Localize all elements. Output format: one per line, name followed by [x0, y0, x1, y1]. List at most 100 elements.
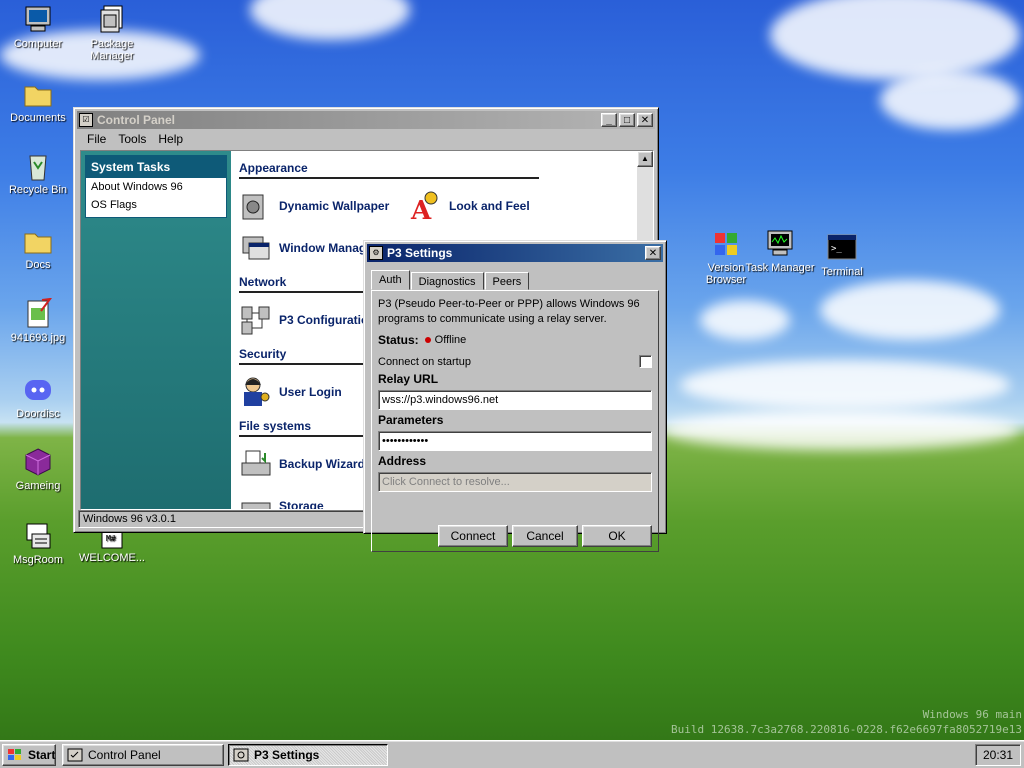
scroll-up-arrow-icon[interactable]: ▲ — [637, 151, 653, 167]
taskbar-item-p3-settings[interactable]: P3 Settings — [228, 744, 388, 766]
tab-peers[interactable]: Peers — [484, 272, 530, 290]
applet-look-and-feel[interactable]: A Look and Feel — [409, 189, 530, 226]
taskbar: Start Control Panel P3 Settings 20:31 — [0, 740, 1024, 768]
svg-text:M#: M# — [106, 534, 116, 543]
connect-button[interactable]: Connect — [438, 525, 508, 547]
desktop-icon-label: Recycle Bin — [8, 184, 68, 196]
applet-window-manager[interactable]: Window Manag — [239, 231, 366, 265]
control-panel-icon — [67, 748, 83, 762]
control-panel-titlebar[interactable]: ☑ Control Panel _ □ ✕ — [77, 111, 655, 129]
backup-icon — [239, 447, 273, 481]
task-pane: System Tasks About Windows 96 OS Flags — [81, 151, 231, 509]
desktop-icon-doordisc[interactable]: Doordisc — [2, 374, 74, 420]
start-logo-icon — [7, 748, 23, 762]
menu-tools[interactable]: Tools — [112, 132, 152, 146]
desktop-icon-docs[interactable]: Docs — [2, 225, 74, 271]
applet-user-login[interactable]: User Login — [239, 375, 342, 409]
look-and-feel-icon: A — [409, 189, 443, 226]
windows-logo-icon — [710, 228, 742, 260]
connect-on-startup-label: Connect on startup — [378, 355, 471, 368]
relay-url-input[interactable]: wss://p3.windows96.net — [378, 390, 652, 410]
parameters-input[interactable]: •••••••••••• — [378, 431, 652, 451]
start-button[interactable]: Start — [2, 744, 56, 766]
desktop-icon-label: Gameing — [15, 480, 61, 492]
desktop-icon-label: WELCOME... — [78, 552, 145, 564]
taskbar-item-control-panel[interactable]: Control Panel — [62, 744, 224, 766]
cloud — [770, 0, 1020, 80]
applet-backup-wizard[interactable]: Backup Wizard — [239, 447, 365, 481]
dialog-title: P3 Settings — [387, 246, 453, 260]
game-cube-icon — [22, 446, 54, 478]
applet-storage[interactable]: Storage — [239, 489, 324, 510]
menubar: File Tools Help — [77, 129, 655, 149]
task-os-flags[interactable]: OS Flags — [86, 196, 226, 217]
desktop-icon-label: Doordisc — [16, 408, 60, 420]
desktop-icon-computer[interactable]: Computer — [2, 4, 74, 50]
image-file-icon — [22, 297, 54, 330]
desktop-icon-label: Computer — [13, 38, 63, 50]
connect-on-startup-row: Connect on startup — [378, 355, 652, 368]
minimize-button[interactable]: _ — [601, 113, 617, 127]
close-button[interactable]: ✕ — [637, 113, 653, 127]
msgroom-icon — [22, 520, 54, 552]
desktop-icon-recycle-bin[interactable]: Recycle Bin — [2, 150, 74, 196]
cloud — [700, 300, 790, 340]
applet-label: Storage — [279, 499, 324, 510]
applet-label: Window Manag — [279, 241, 367, 255]
desktop-icon-terminal[interactable]: >_ Terminal — [806, 232, 878, 278]
tab-strip: Auth Diagnostics Peers — [367, 270, 663, 290]
connect-on-startup-checkbox[interactable] — [639, 355, 652, 368]
build-watermark-line1: Windows 96 main — [922, 708, 1022, 721]
section-appearance: Appearance — [239, 161, 539, 179]
speaker-icon — [239, 189, 273, 223]
desktop-icon-welcome[interactable]: M# WELCOME... — [76, 528, 148, 564]
close-button[interactable]: ✕ — [645, 246, 661, 260]
menu-file[interactable]: File — [81, 132, 112, 146]
window-manager-icon — [239, 231, 273, 265]
desktop-icon-documents[interactable]: Documents — [2, 78, 74, 124]
cloud — [680, 360, 1010, 410]
relay-url-label: Relay URL — [378, 372, 439, 386]
desktop-icon-gameing[interactable]: Gameing — [2, 446, 74, 492]
computer-icon — [22, 4, 54, 36]
cloud — [880, 70, 1020, 130]
applet-label: Look and Feel — [449, 199, 530, 213]
status-row: Status: Offline — [378, 333, 652, 347]
cancel-button[interactable]: Cancel — [512, 525, 578, 547]
parameters-label: Parameters — [378, 413, 444, 427]
ok-button[interactable]: OK — [582, 525, 652, 547]
desktop-icon-msgroom[interactable]: MsgRoom — [2, 520, 74, 566]
start-label: Start — [28, 748, 56, 762]
p3-settings-titlebar[interactable]: ⚙ P3 Settings ✕ — [367, 244, 663, 262]
terminal-icon: >_ — [826, 232, 858, 264]
applet-dynamic-wallpaper[interactable]: Dynamic Wallpaper — [239, 189, 389, 223]
network-icon — [239, 303, 273, 337]
control-panel-icon: ☑ — [79, 113, 93, 127]
recycle-bin-icon — [22, 150, 54, 182]
maximize-button[interactable]: □ — [619, 113, 635, 127]
desktop-icon-label: Documents — [10, 112, 66, 124]
task-manager-icon — [764, 228, 796, 260]
desktop-icon-label: Terminal — [821, 266, 863, 278]
folder-icon — [22, 78, 54, 110]
folder-icon — [22, 225, 54, 257]
storage-icon — [239, 489, 273, 509]
settings-icon: ⚙ — [369, 246, 383, 260]
desktop-icon-label: Docs — [25, 259, 51, 271]
p3-settings-dialog[interactable]: ⚙ P3 Settings ✕ Auth Diagnostics Peers P… — [363, 240, 667, 552]
task-about[interactable]: About Windows 96 — [86, 178, 226, 196]
taskbar-item-label: Control Panel — [88, 748, 161, 762]
status-value: Offline — [434, 334, 467, 346]
cloud — [820, 280, 1000, 340]
desktop-icon-package-manager[interactable]: Package Manager — [76, 4, 148, 62]
package-manager-icon — [96, 4, 128, 36]
address-input: Click Connect to resolve... — [378, 472, 652, 492]
tab-diagnostics[interactable]: Diagnostics — [410, 272, 484, 290]
desktop-icon-image-file[interactable]: 941693.jpg — [2, 297, 74, 344]
cloud — [250, 0, 410, 40]
menu-help[interactable]: Help — [152, 132, 189, 146]
applet-p3-configuration[interactable]: P3 Configuratio — [239, 303, 368, 337]
applet-label: P3 Configuratio — [279, 313, 369, 327]
auth-panel: P3 (Pseudo Peer-to-Peer or PPP) allows W… — [371, 290, 659, 552]
tab-auth[interactable]: Auth — [371, 270, 410, 290]
